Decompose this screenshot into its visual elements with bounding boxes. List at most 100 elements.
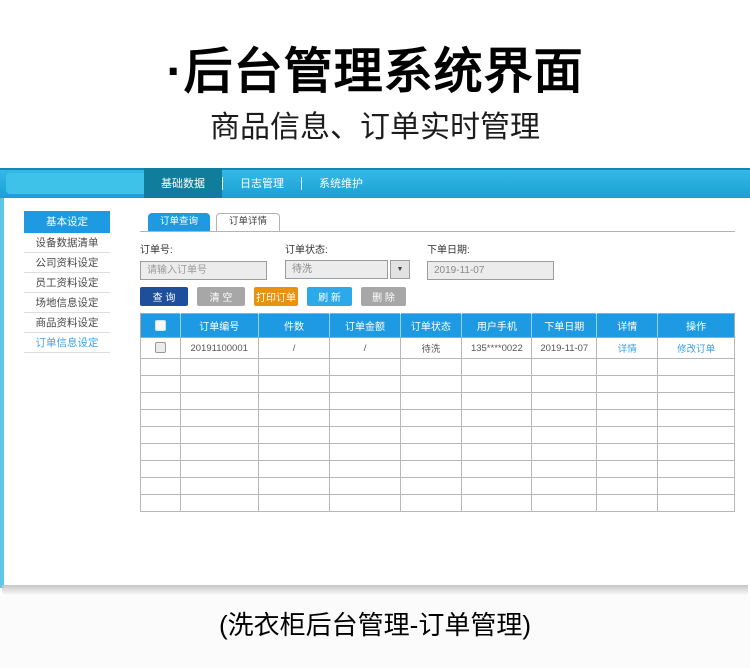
empty-cell xyxy=(532,427,597,444)
empty-cell xyxy=(330,427,400,444)
nav-tab-system-maintenance[interactable]: 系统维护 xyxy=(302,168,380,198)
tab-order-query[interactable]: 订单查询 xyxy=(148,213,210,231)
table-header-row: 订单编号件数订单金额订单状态用户手机下单日期详情操作 xyxy=(141,314,735,338)
empty-cell xyxy=(658,478,735,495)
cell-pieces: / xyxy=(258,338,330,359)
order-no-filter: 订单号: xyxy=(140,241,267,280)
empty-cell xyxy=(658,427,735,444)
column-header-amount: 订单金额 xyxy=(330,314,400,338)
empty-cell xyxy=(597,410,658,427)
empty-cell xyxy=(141,393,181,410)
empty-cell xyxy=(258,461,330,478)
cell-status: 待洗 xyxy=(400,338,462,359)
empty-cell xyxy=(180,410,258,427)
empty-cell xyxy=(400,410,462,427)
clear-button[interactable]: 清 空 xyxy=(197,287,245,306)
empty-cell xyxy=(180,393,258,410)
empty-cell xyxy=(400,427,462,444)
empty-cell xyxy=(532,444,597,461)
empty-cell xyxy=(258,478,330,495)
empty-cell xyxy=(658,410,735,427)
empty-cell xyxy=(258,444,330,461)
empty-cell xyxy=(330,393,400,410)
sidebar-items: 设备数据清单公司资料设定员工资料设定场地信息设定商品资料设定订单信息设定 xyxy=(24,233,110,353)
order-detail-link[interactable]: 详情 xyxy=(618,344,637,355)
empty-cell xyxy=(258,410,330,427)
empty-cell xyxy=(258,427,330,444)
filter-bar: 订单号: 订单状态: 待洗 ▼ 下单日期: xyxy=(140,241,735,285)
column-header-status: 订单状态 xyxy=(400,314,462,338)
empty-cell xyxy=(658,393,735,410)
empty-cell xyxy=(330,376,400,393)
order-status-select[interactable]: 待洗 xyxy=(285,260,388,279)
empty-cell xyxy=(532,376,597,393)
left-accent-strip xyxy=(0,198,4,588)
sidebar-item-order-info[interactable]: 订单信息设定 xyxy=(24,333,110,353)
column-header-order-no: 订单编号 xyxy=(180,314,258,338)
empty-cell xyxy=(330,461,400,478)
empty-cell xyxy=(462,410,532,427)
empty-cell xyxy=(180,461,258,478)
print-order-button[interactable]: 打印订单 xyxy=(254,287,298,306)
tab-order-detail[interactable]: 订单详情 xyxy=(216,213,280,231)
empty-cell xyxy=(597,359,658,376)
cell-detail: 详情 xyxy=(597,338,658,359)
empty-cell xyxy=(462,444,532,461)
empty-cell xyxy=(658,495,735,512)
empty-table-row xyxy=(141,393,735,410)
row-select-cell xyxy=(141,338,181,359)
page: ·后台管理系统界面 商品信息、订单实时管理 基础数据日志管理系统维护 基本设定 … xyxy=(0,0,750,668)
refresh-button[interactable]: 刷 新 xyxy=(307,287,352,306)
order-no-input[interactable] xyxy=(140,261,267,280)
order-date-input[interactable] xyxy=(427,261,554,280)
empty-cell xyxy=(400,478,462,495)
empty-cell xyxy=(532,410,597,427)
empty-cell xyxy=(597,393,658,410)
empty-cell xyxy=(141,478,181,495)
sidebar-item-company-info[interactable]: 公司资料设定 xyxy=(24,253,110,273)
table-body: 20191100001//待洗135****00222019-11-07详情修改… xyxy=(141,338,735,512)
nav-tabs: 基础数据日志管理系统维护 xyxy=(144,168,380,198)
empty-table-row xyxy=(141,410,735,427)
empty-table-row xyxy=(141,359,735,376)
empty-cell xyxy=(462,495,532,512)
empty-cell xyxy=(258,359,330,376)
sidebar-header: 基本设定 xyxy=(24,211,110,233)
empty-cell xyxy=(597,461,658,478)
empty-cell xyxy=(658,376,735,393)
order-date-filter: 下单日期: xyxy=(427,241,554,280)
empty-cell xyxy=(400,393,462,410)
empty-cell xyxy=(532,393,597,410)
row-checkbox[interactable] xyxy=(155,342,166,353)
nav-tab-log-management[interactable]: 日志管理 xyxy=(223,168,301,198)
sidebar-item-device-data-list[interactable]: 设备数据清单 xyxy=(24,233,110,253)
empty-cell xyxy=(141,376,181,393)
empty-cell xyxy=(400,376,462,393)
empty-table-row xyxy=(141,376,735,393)
query-button[interactable]: 查 询 xyxy=(140,287,188,306)
sidebar-item-product-info[interactable]: 商品资料设定 xyxy=(24,313,110,333)
order-status-label: 订单状态: xyxy=(285,241,410,256)
empty-table-row xyxy=(141,427,735,444)
order-date-label: 下单日期: xyxy=(427,241,554,256)
column-header-detail: 详情 xyxy=(597,314,658,338)
empty-table-row xyxy=(141,444,735,461)
delete-button[interactable]: 删 除 xyxy=(361,287,406,306)
empty-cell xyxy=(462,427,532,444)
chevron-down-icon: ▼ xyxy=(397,266,404,273)
select-all-checkbox[interactable] xyxy=(155,320,166,331)
sidebar-item-site-info[interactable]: 场地信息设定 xyxy=(24,293,110,313)
card-bottom-shadow xyxy=(2,585,748,596)
sidebar-item-staff-info[interactable]: 员工资料设定 xyxy=(24,273,110,293)
order-status-filter: 订单状态: 待洗 ▼ xyxy=(285,241,410,279)
empty-cell xyxy=(462,359,532,376)
empty-cell xyxy=(330,410,400,427)
select-dropdown-button[interactable]: ▼ xyxy=(390,260,410,279)
empty-cell xyxy=(258,495,330,512)
main-panel: 订单查询订单详情 订单号: 订单状态: 待洗 ▼ 下单日期: 查 询清 空打 xyxy=(140,213,735,543)
top-navbar: 基础数据日志管理系统维护 xyxy=(0,168,750,198)
empty-cell xyxy=(400,359,462,376)
nav-tab-basic-data[interactable]: 基础数据 xyxy=(144,168,222,198)
modify-order-link[interactable]: 修改订单 xyxy=(677,344,715,355)
table-row: 20191100001//待洗135****00222019-11-07详情修改… xyxy=(141,338,735,359)
